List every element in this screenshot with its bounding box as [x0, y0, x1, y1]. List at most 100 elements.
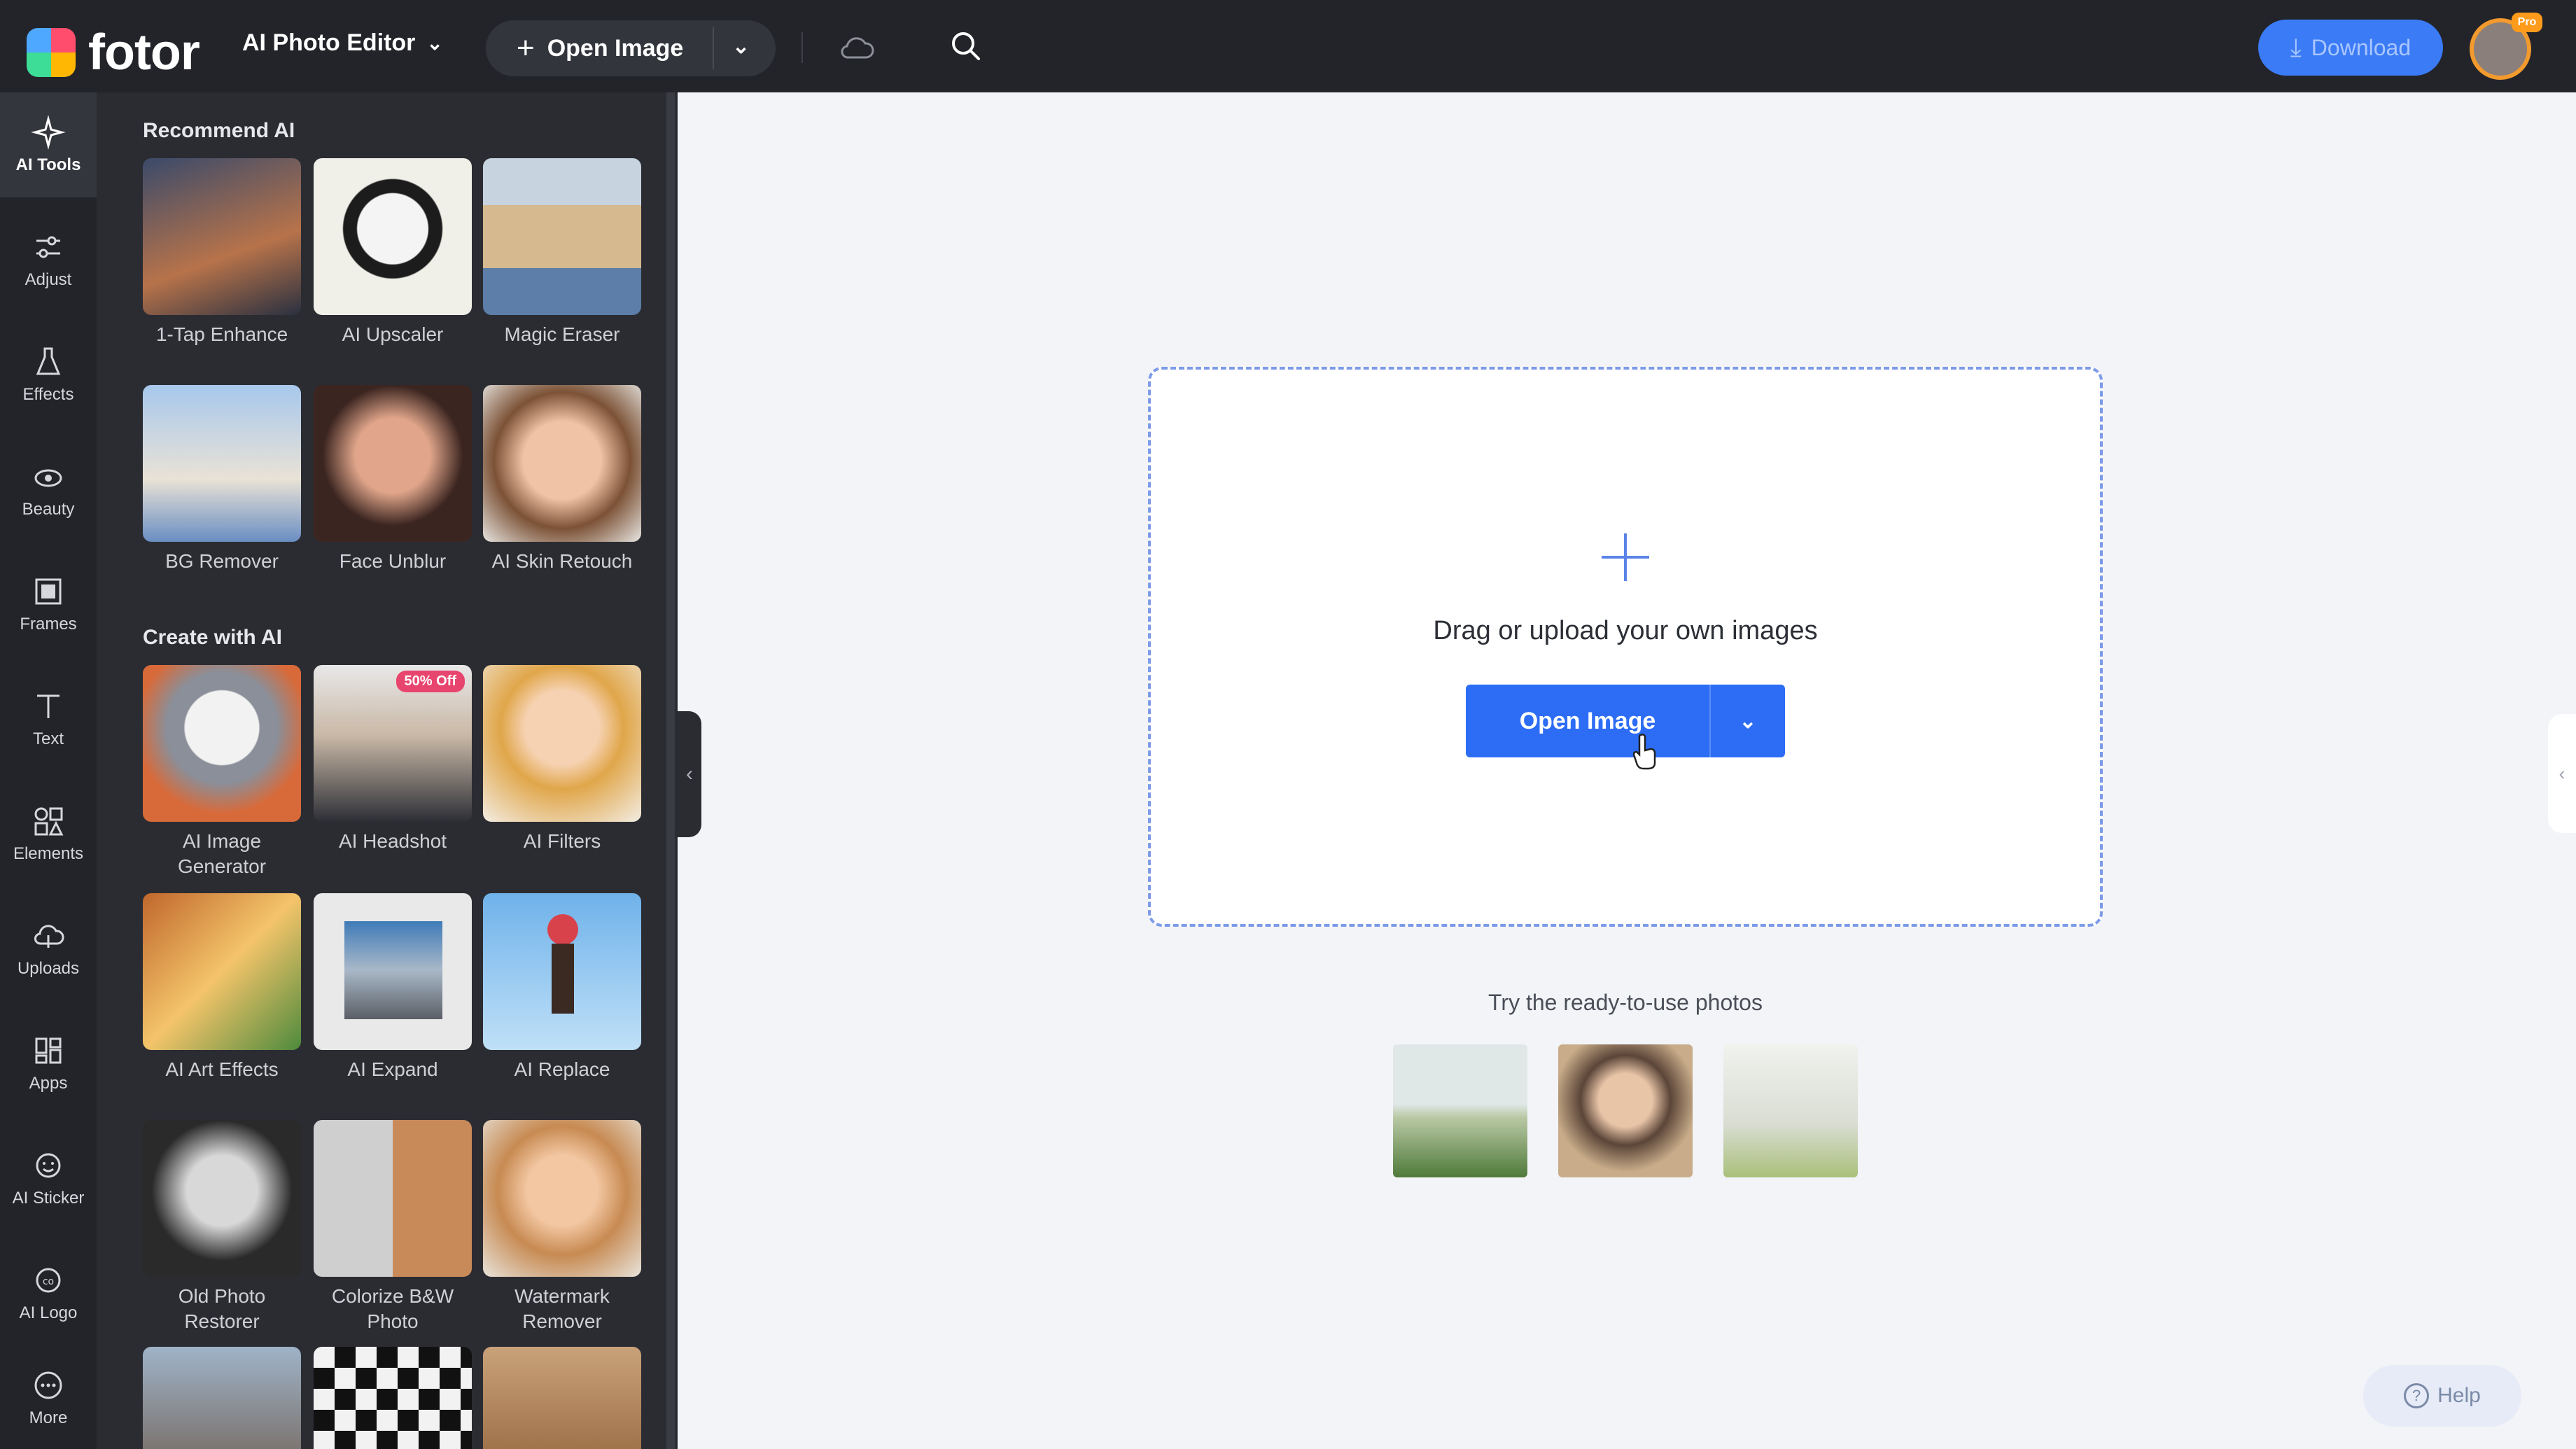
- download-icon: ⤓: [2290, 32, 2302, 62]
- apps-icon: [35, 1037, 62, 1064]
- rail-label: Beauty: [22, 500, 75, 519]
- rail-label: AI Logo: [19, 1303, 78, 1322]
- chevron-left-icon: ‹: [2558, 762, 2566, 784]
- tool-label: Watermark Remover: [514, 1285, 610, 1332]
- rail-label: Elements: [13, 844, 84, 863]
- collapse-panel-button[interactable]: ‹: [678, 711, 701, 837]
- open-image-button[interactable]: Open Image ⌄: [1466, 685, 1785, 757]
- rail-label: Effects: [22, 385, 74, 404]
- rail-item-ai-sticker[interactable]: AI Sticker: [0, 1126, 97, 1231]
- tool-tile-bg-remover[interactable]: BG Remover: [143, 385, 301, 574]
- rail-item-ai-tools[interactable]: AI Tools: [0, 92, 97, 197]
- rail-label: Uploads: [17, 959, 80, 978]
- tool-thumbnail: [483, 158, 641, 315]
- panel-scrollbar[interactable]: [666, 92, 675, 1449]
- rail-item-beauty[interactable]: Beauty: [0, 437, 97, 542]
- tool-tile-ai-filters[interactable]: AI Filters: [483, 665, 641, 854]
- tool-label: Face Unblur: [339, 550, 447, 572]
- open-image-top-button[interactable]: + Open Image ⌄: [486, 20, 776, 76]
- tool-label: AI Upscaler: [342, 323, 444, 345]
- right-panel-toggle[interactable]: ‹: [2548, 714, 2576, 833]
- rail-label: AI Sticker: [12, 1189, 85, 1208]
- tool-thumbnail: [483, 1120, 641, 1277]
- open-image-top-label: Open Image: [547, 34, 684, 62]
- help-icon: ?: [2404, 1383, 2430, 1408]
- tool-thumbnail: [143, 665, 301, 822]
- tool-tile-ai-replace[interactable]: AI Replace: [483, 893, 641, 1082]
- editor-mode-menu[interactable]: AI Photo Editor ⌄: [242, 29, 443, 57]
- frame-icon: [35, 578, 62, 605]
- open-image-label: Open Image: [1519, 707, 1656, 734]
- sample-photo-landscape[interactable]: [1393, 1044, 1527, 1177]
- rail-label: Adjust: [24, 270, 72, 289]
- fotor-logo[interactable]: fotor: [27, 24, 200, 81]
- tool-tile-magic-eraser[interactable]: Magic Eraser: [483, 158, 641, 347]
- rail-item-more[interactable]: More: [0, 1345, 97, 1449]
- tool-label: Old Photo Restorer: [178, 1285, 266, 1332]
- top-bar: fotor AI Photo Editor ⌄ + Open Image ⌄ ⤓…: [0, 0, 2576, 92]
- rail-item-frames[interactable]: Frames: [0, 552, 97, 657]
- rail-item-uploads[interactable]: Uploads: [0, 896, 97, 1001]
- tool-tile-partial[interactable]: [143, 1347, 301, 1449]
- tool-tile-ai-image-generator[interactable]: AI Image Generator: [143, 665, 301, 879]
- tool-tile-face-unblur[interactable]: Face Unblur: [314, 385, 472, 574]
- dropzone-text: Drag or upload your own images: [1433, 616, 1818, 645]
- left-tool-rail: AI Tools Adjust Effects Beauty Frames Te…: [0, 92, 97, 1449]
- download-button[interactable]: ⤓ Download: [2258, 20, 2443, 76]
- tool-tile-partial[interactable]: [483, 1347, 641, 1449]
- more-icon: [34, 1371, 62, 1399]
- sparkle-icon: [31, 115, 66, 150]
- tool-tile-ai-expand[interactable]: AI Expand: [314, 893, 472, 1082]
- tool-label: AI Skin Retouch: [491, 550, 633, 572]
- sample-photo-still-life[interactable]: [1723, 1044, 1858, 1177]
- help-button[interactable]: ? Help: [2363, 1365, 2521, 1427]
- chevron-down-icon[interactable]: ⌄: [1711, 709, 1785, 734]
- tool-label: AI Expand: [347, 1058, 438, 1080]
- upload-dropzone[interactable]: [1148, 367, 2103, 927]
- tool-label: AI Replace: [514, 1058, 610, 1080]
- plus-icon: [1602, 533, 1649, 581]
- search-icon[interactable]: [948, 28, 984, 64]
- tool-thumbnail: [143, 1120, 301, 1277]
- chevron-down-icon: ⌄: [426, 32, 443, 54]
- tool-tile-1-tap-enhance[interactable]: 1-Tap Enhance: [143, 158, 301, 347]
- rail-item-elements[interactable]: Elements: [0, 781, 97, 886]
- tool-tile-old-photo-restorer[interactable]: Old Photo Restorer: [143, 1120, 301, 1334]
- tool-tile-ai-headshot[interactable]: 50% Off AI Headshot: [314, 665, 472, 854]
- tool-tile-watermark-remover[interactable]: Watermark Remover: [483, 1120, 641, 1334]
- tool-label: AI Art Effects: [165, 1058, 279, 1080]
- tool-label: 1-Tap Enhance: [155, 323, 288, 345]
- open-image-dropdown-icon[interactable]: ⌄: [732, 34, 750, 59]
- tool-tile-ai-skin-retouch[interactable]: AI Skin Retouch: [483, 385, 641, 574]
- download-label: Download: [2311, 34, 2412, 60]
- logo-text: fotor: [88, 24, 200, 80]
- tool-tile-ai-art-effects[interactable]: AI Art Effects: [143, 893, 301, 1082]
- cloud-icon[interactable]: [837, 28, 876, 67]
- rail-item-adjust[interactable]: Adjust: [0, 207, 97, 312]
- mountain-photo: [344, 921, 442, 1019]
- tool-tile-ai-upscaler[interactable]: AI Upscaler: [314, 158, 472, 347]
- rail-label: AI Tools: [15, 155, 81, 174]
- rail-item-text[interactable]: Text: [0, 666, 97, 771]
- tool-label: BG Remover: [165, 550, 279, 572]
- rail-item-ai-logo[interactable]: co AI Logo: [0, 1240, 97, 1345]
- ice-cream-cone: [552, 944, 574, 1014]
- text-icon: [37, 694, 59, 718]
- plus-icon: +: [517, 31, 535, 65]
- sample-photos-caption: Try the ready-to-use photos: [1488, 990, 1763, 1015]
- rail-item-apps[interactable]: Apps: [0, 1011, 97, 1116]
- tool-tile-colorize-bw-photo[interactable]: Colorize B&W Photo: [314, 1120, 472, 1334]
- sample-photo-portrait[interactable]: [1558, 1044, 1693, 1177]
- discount-badge: 50% Off: [396, 671, 465, 692]
- eye-icon: [34, 469, 62, 487]
- rail-item-effects[interactable]: Effects: [0, 322, 97, 427]
- tool-thumbnail: [483, 1347, 641, 1449]
- tool-thumbnail: [314, 1347, 472, 1449]
- toolbar-separator: [802, 32, 803, 63]
- tool-thumbnail: [483, 385, 641, 542]
- tool-label: AI Image Generator: [177, 830, 267, 877]
- chevron-left-icon: ‹: [686, 762, 693, 785]
- tool-thumbnail: [314, 1120, 472, 1277]
- tool-tile-partial[interactable]: [314, 1347, 472, 1449]
- tool-thumbnail: [143, 385, 301, 542]
